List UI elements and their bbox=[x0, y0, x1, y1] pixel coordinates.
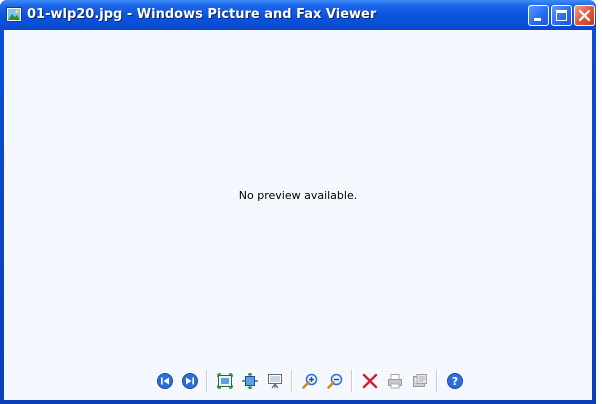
zoom-in-button[interactable] bbox=[299, 370, 321, 392]
zoom-out-icon bbox=[326, 373, 342, 389]
delete-icon bbox=[362, 373, 377, 389]
close-button[interactable] bbox=[574, 5, 595, 26]
minimize-button[interactable] bbox=[528, 5, 549, 26]
maximize-icon bbox=[556, 10, 567, 21]
picture-viewer-icon[interactable] bbox=[6, 7, 22, 22]
print-icon bbox=[387, 374, 402, 389]
help-button[interactable]: ? bbox=[444, 370, 466, 392]
actual-size-button[interactable] bbox=[239, 370, 261, 392]
toolbar-separator bbox=[291, 370, 293, 392]
previous-arrow-icon bbox=[156, 373, 173, 389]
toolbar-separator bbox=[206, 370, 208, 392]
next-arrow-icon bbox=[181, 373, 198, 389]
best-fit-icon bbox=[216, 373, 233, 389]
zoom-out-button[interactable] bbox=[324, 370, 346, 392]
next-image-button[interactable] bbox=[179, 370, 201, 392]
window-title: 01-wlp20.jpg - Windows Picture and Fax V… bbox=[27, 7, 377, 22]
image-viewport[interactable]: No preview available. ? bbox=[4, 30, 592, 400]
minimize-icon bbox=[534, 18, 541, 21]
save-copy-icon bbox=[412, 374, 427, 387]
best-fit-button[interactable] bbox=[214, 370, 236, 392]
no-preview-message: No preview available. bbox=[238, 189, 358, 202]
slide-show-button[interactable] bbox=[264, 370, 286, 392]
desktop-background bbox=[596, 0, 602, 404]
picture-viewer-window: 01-wlp20.jpg - Windows Picture and Fax V… bbox=[0, 0, 596, 404]
title-bar[interactable]: 01-wlp20.jpg - Windows Picture and Fax V… bbox=[0, 0, 596, 30]
zoom-in-icon bbox=[301, 373, 317, 389]
previous-image-button[interactable] bbox=[154, 370, 176, 392]
toolbar-separator bbox=[436, 370, 438, 392]
delete-button[interactable] bbox=[359, 370, 381, 392]
slideshow-icon bbox=[267, 374, 282, 389]
svg-text:?: ? bbox=[451, 375, 457, 388]
toolbar-separator bbox=[351, 370, 353, 392]
help-icon: ? bbox=[446, 373, 463, 389]
maximize-button[interactable] bbox=[551, 5, 572, 26]
viewer-toolbar: ? bbox=[152, 367, 467, 395]
copy-to-button[interactable] bbox=[409, 370, 431, 392]
print-button[interactable] bbox=[384, 370, 406, 392]
actual-size-icon bbox=[241, 373, 258, 389]
close-icon bbox=[578, 9, 591, 22]
